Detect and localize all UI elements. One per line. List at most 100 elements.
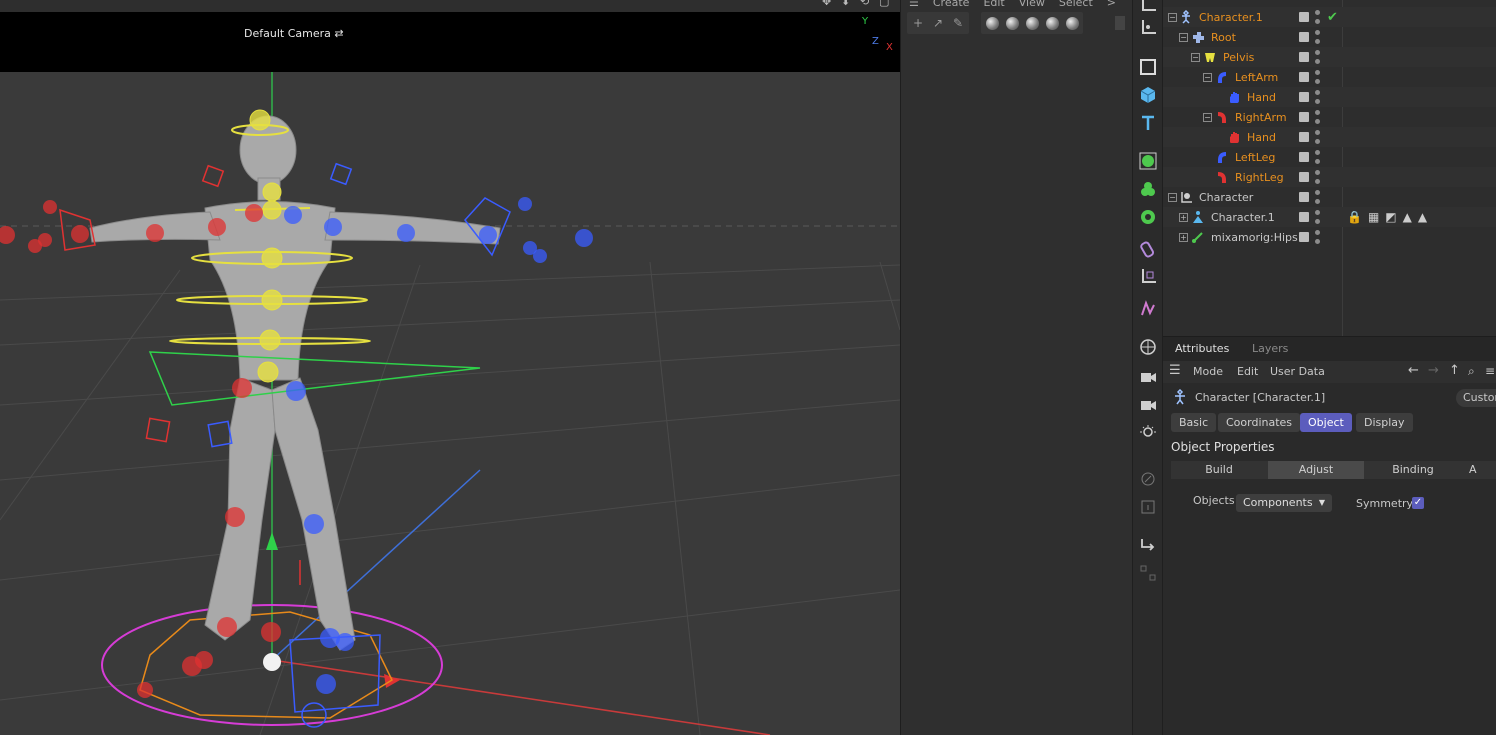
visibility-dots[interactable] [1315,10,1320,24]
edit-tag-icon[interactable] [1299,92,1309,102]
edit-tag-icon[interactable] [1299,192,1309,202]
text-icon[interactable] [1137,112,1159,134]
subtab-build[interactable]: Build [1171,461,1267,479]
subtab-adjust[interactable]: Adjust [1268,461,1364,479]
spline-icon[interactable] [1137,298,1159,320]
menu-create[interactable]: Create [933,0,970,12]
collapse-toggle[interactable]: − [1168,192,1177,202]
tree-row-left-hand[interactable]: Hand [1163,87,1496,107]
visibility-dots[interactable] [1315,70,1320,84]
enabled-check-icon[interactable]: ✔ [1327,10,1338,25]
tree-row-character-1[interactable]: − Character.1 ✔ [1163,7,1496,27]
weight-tag-icon-2[interactable]: ▲ [1418,210,1427,224]
visibility-dots[interactable] [1315,110,1320,124]
field-icon[interactable] [1137,266,1159,288]
up-arrow-icon[interactable]: ↑ [1449,363,1460,378]
edit-tag-icon[interactable] [1299,72,1309,82]
visibility-dots[interactable] [1315,130,1320,144]
forward-arrow-icon[interactable]: → [1428,363,1439,378]
material-preview-icon-5[interactable] [1063,12,1081,34]
render-icon[interactable] [1137,394,1159,416]
material-preview-icon-4[interactable] [1043,12,1061,34]
material-preview-icon-2[interactable] [1003,12,1021,34]
uvw-tag-icon[interactable]: ◩ [1385,210,1396,224]
camera-icon[interactable] [1137,366,1159,388]
collapse-toggle[interactable]: − [1203,112,1212,122]
tree-row-leftarm[interactable]: − LeftArm [1163,67,1496,87]
cloner-icon[interactable] [1137,178,1159,200]
texture-tag-icon[interactable]: ▦ [1368,210,1379,224]
tree-row-rightarm[interactable]: − RightArm [1163,107,1496,127]
edit-tag-icon[interactable] [1299,112,1309,122]
edit-tag-icon[interactable] [1299,232,1309,242]
menu-edit[interactable]: Edit [983,0,1004,12]
material-preview-icon-1[interactable] [983,12,1001,34]
material-hamburger-icon[interactable]: ☰ [909,0,919,12]
tree-row-rightleg[interactable]: RightLeg [1163,167,1496,187]
expand-toggle[interactable]: + [1179,232,1188,242]
edit-tag-icon[interactable] [1299,32,1309,42]
edit-tag-icon[interactable] [1299,152,1309,162]
tab-layers[interactable]: Layers [1252,342,1288,355]
objects-dropdown[interactable]: Components ▼ [1236,494,1332,512]
collapse-toggle[interactable]: − [1179,32,1188,42]
structure-icon[interactable] [1137,562,1159,584]
cube-icon[interactable] [1137,84,1159,106]
tree-row-character[interactable]: − Character [1163,187,1496,207]
menu-mode[interactable]: Mode [1193,365,1223,378]
tab-display[interactable]: Display [1356,413,1413,432]
environment-icon[interactable] [1137,336,1159,358]
menu-view[interactable]: View [1019,0,1045,12]
tree-row-right-hand[interactable]: Hand [1163,127,1496,147]
tab-object[interactable]: Object [1300,413,1352,432]
expand-toggle[interactable]: + [1179,212,1188,222]
light-icon[interactable] [1137,422,1159,444]
collapse-toggle[interactable]: − [1168,12,1177,22]
tree-row-mixamorig-hips[interactable]: + mixamorig:Hips [1163,227,1496,247]
connect-icon[interactable] [1137,534,1159,556]
tree-row-root[interactable]: − Root [1163,27,1496,47]
generator-icon[interactable] [1137,150,1159,172]
filter-icon[interactable]: ≡ [1485,364,1495,378]
menu-select[interactable]: Select [1059,0,1093,12]
custom-button[interactable]: Custom [1456,389,1496,407]
menu-edit[interactable]: Edit [1237,365,1258,378]
material-preview-icon-3[interactable] [1023,12,1041,34]
visibility-dots[interactable] [1315,210,1320,224]
cube-outline-icon[interactable] [1137,56,1159,78]
back-arrow-icon[interactable]: ← [1408,363,1419,378]
collapse-toggle[interactable]: − [1203,72,1212,82]
symmetry-checkbox[interactable]: ✓ [1412,497,1424,509]
collapse-toggle[interactable]: − [1191,52,1200,62]
tab-attributes[interactable]: Attributes [1175,342,1229,355]
attr-hamburger-icon[interactable]: ☰ [1169,363,1181,378]
menu-user-data[interactable]: User Data [1270,365,1325,378]
tool-axis-icon[interactable] [1137,0,1159,16]
visibility-dots[interactable] [1315,90,1320,104]
edit-tag-icon[interactable] [1299,52,1309,62]
edit-tag-icon[interactable] [1299,172,1309,182]
menu-more[interactable]: > [1107,0,1116,12]
edit-tag-icon[interactable] [1299,212,1309,222]
visibility-dots[interactable] [1315,50,1320,64]
visibility-dots[interactable] [1315,30,1320,44]
edit-tag-icon[interactable] [1299,12,1309,22]
visibility-dots[interactable] [1315,190,1320,204]
add-material-icon[interactable]: + [909,12,927,34]
visibility-dots[interactable] [1315,230,1320,244]
visibility-dots[interactable] [1315,170,1320,184]
tree-row-leftleg[interactable]: LeftLeg [1163,147,1496,167]
paint-icon[interactable] [1137,468,1159,490]
search-icon[interactable]: ⌕ [1468,364,1475,379]
trash-icon[interactable] [1115,16,1125,30]
deformer-icon[interactable] [1137,238,1159,260]
3d-viewport[interactable]: ✥ ⬇ ⟲ ▢ Default Camera ⇄ Y Z X [0,0,900,735]
visibility-dots[interactable] [1315,150,1320,164]
weight-tag-icon-1[interactable]: ▲ [1403,210,1412,224]
info-icon[interactable] [1137,496,1159,518]
subtab-binding[interactable]: Binding [1365,461,1461,479]
subtab-more[interactable]: A [1463,461,1496,479]
lock-tag-icon[interactable]: 🔒 [1347,210,1362,224]
edit-tag-icon[interactable] [1299,132,1309,142]
tool-coordinate-icon[interactable] [1137,17,1159,39]
